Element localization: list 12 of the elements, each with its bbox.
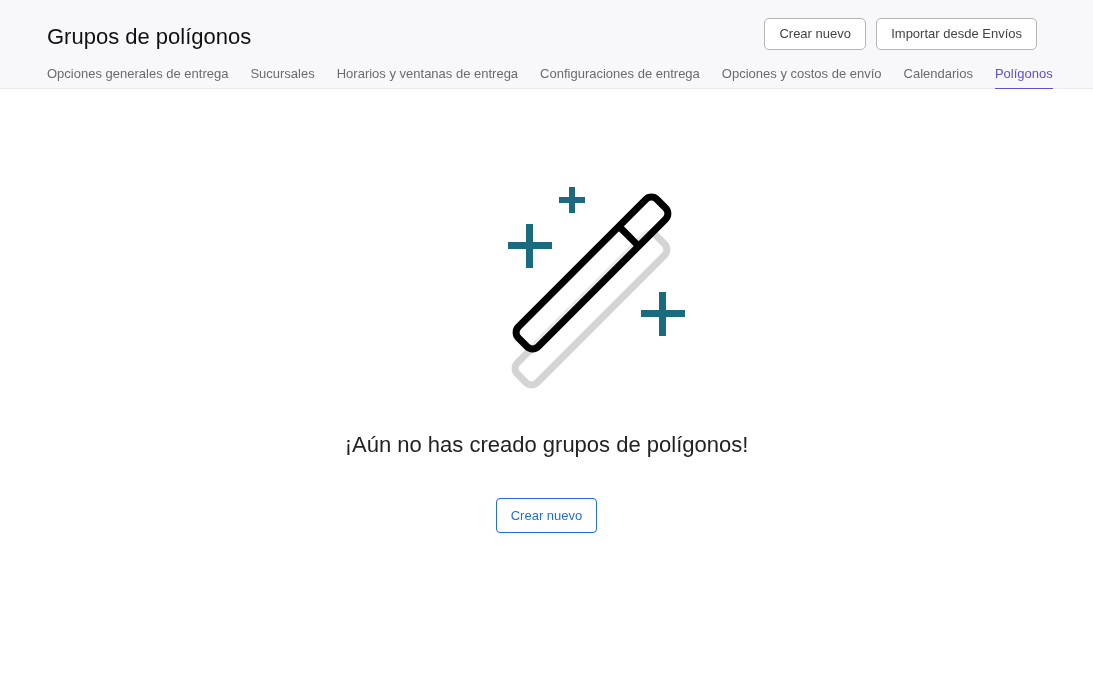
tab[interactable]: Calendarios — [903, 60, 973, 89]
tab[interactable]: Opciones y costos de envío — [721, 60, 882, 89]
empty-state-message: ¡Aún no has creado grupos de polígonos! — [344, 431, 749, 459]
tab[interactable]: Polígonos — [994, 60, 1053, 89]
tab[interactable]: Sucursales — [250, 60, 315, 89]
create-new-button[interactable]: Crear nuevo — [496, 498, 597, 533]
tab[interactable]: Configuraciones de entrega — [540, 60, 700, 89]
create-new-button[interactable]: Crear nuevo — [764, 18, 867, 50]
tab[interactable]: Horarios y ventanas de entrega — [336, 60, 519, 89]
page-title: Grupos de polígonos — [47, 23, 252, 51]
import-button[interactable]: Importar desde Envíos — [876, 18, 1037, 50]
tab[interactable]: Opciones generales de entrega — [47, 60, 229, 89]
